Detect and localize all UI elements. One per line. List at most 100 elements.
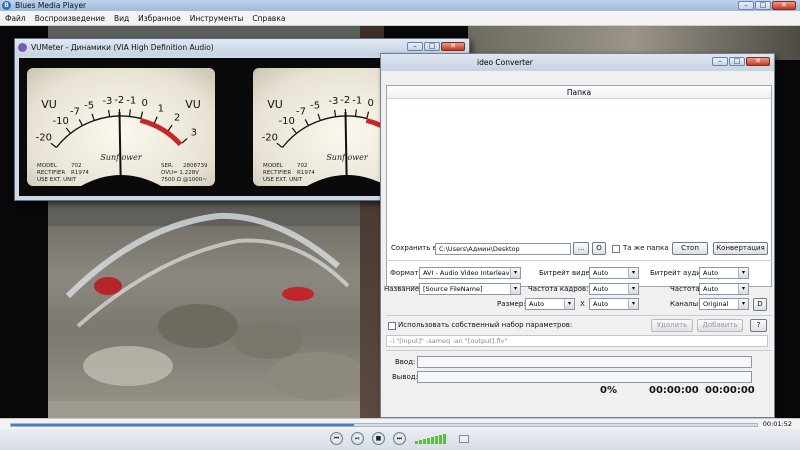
frequency-select[interactable]: Auto ▾ xyxy=(699,283,749,295)
size-x-label: X xyxy=(580,300,585,308)
output-progress-field xyxy=(417,371,752,383)
scale-label: -5 xyxy=(310,100,320,111)
name-select[interactable]: [Source FileName] ▾ xyxy=(419,283,521,295)
open-folder-button[interactable]: O xyxy=(592,242,606,255)
custom-params-checkbox[interactable] xyxy=(388,322,396,330)
format-select[interactable]: AVI - Audio Video Interleave ▾ xyxy=(419,267,521,279)
chevron-down-icon[interactable]: ▾ xyxy=(628,284,638,294)
close-button[interactable]: ✕ xyxy=(746,57,770,66)
scale-label: 3 xyxy=(191,127,197,138)
chevron-down-icon[interactable]: ▾ xyxy=(564,299,574,309)
chevron-down-icon[interactable]: ▾ xyxy=(738,299,748,309)
audio-bitrate-select[interactable]: Auto ▾ xyxy=(699,267,749,279)
minimize-button[interactable]: – xyxy=(738,1,754,10)
vu-dial: -20-10-7-5-3-2-10123VUVUSunflowerMODEL70… xyxy=(36,95,208,186)
control-bar: ⏮ ⏯ ■ ⏭ xyxy=(0,429,800,450)
input-label: Ввод: xyxy=(395,358,416,366)
minimize-button[interactable]: – xyxy=(712,57,728,66)
converter-window-controls: – □ ✕ xyxy=(711,57,770,66)
menu-file[interactable]: Файл xyxy=(5,14,26,23)
player-window-controls: – □ ✕ xyxy=(737,1,796,10)
model-text: RECTIFIER xyxy=(37,170,65,176)
browse-button[interactable]: ... xyxy=(573,242,589,255)
minimize-button[interactable]: – xyxy=(407,42,423,51)
chevron-down-icon[interactable]: ▾ xyxy=(510,268,520,278)
custom-params-label: Использовать собственный набор параметро… xyxy=(398,321,573,329)
scale-label: 0 xyxy=(368,98,374,109)
maximize-button[interactable]: □ xyxy=(424,42,440,51)
stop-icon[interactable]: ■ xyxy=(372,432,385,445)
volume-bar xyxy=(439,435,442,444)
remaining-time: 00:00:00 xyxy=(705,385,755,396)
channels-select[interactable]: Original ▾ xyxy=(699,298,749,310)
scale-tick xyxy=(91,113,95,121)
framerate-value: Auto xyxy=(593,285,609,293)
player-title-bar[interactable]: B Blues Media Player – □ ✕ xyxy=(0,0,800,11)
model-text: R1974 xyxy=(297,170,315,176)
elapsed-time: 00:00:00 xyxy=(649,385,699,396)
previous-icon[interactable]: ⏮ xyxy=(330,432,343,445)
model-text: MODEL xyxy=(263,163,284,169)
file-list[interactable]: Папка xyxy=(386,85,772,287)
menu-tools[interactable]: Инструменты xyxy=(190,14,244,23)
close-button[interactable]: ✕ xyxy=(441,42,465,51)
scale-tick xyxy=(65,127,71,134)
size-width-select[interactable]: Auto ▾ xyxy=(525,298,575,310)
video-bitrate-value: Auto xyxy=(593,269,609,277)
convert-button[interactable]: Конвертация xyxy=(713,242,768,255)
close-button[interactable]: ✕ xyxy=(772,1,796,10)
video-bitrate-select[interactable]: Auto ▾ xyxy=(589,267,639,279)
scale-label: -2 xyxy=(114,95,124,106)
chevron-down-icon[interactable]: ▾ xyxy=(628,299,638,309)
input-progress-field xyxy=(417,356,752,368)
output-label: Вывод: xyxy=(392,373,418,381)
format-label: Формат: xyxy=(390,269,421,277)
framerate-select[interactable]: Auto ▾ xyxy=(589,283,639,295)
scale-label: -3 xyxy=(328,96,338,107)
chevron-down-icon[interactable]: ▾ xyxy=(510,284,520,294)
command-line-input[interactable]: -i "[input]" -sameq -an "[output].flv" xyxy=(386,335,768,347)
save-path-input[interactable]: C:\Users\Админ\Desktop xyxy=(435,243,571,255)
volume-bar xyxy=(419,440,422,444)
serial-text: = 1.228V xyxy=(173,170,199,176)
menu-view[interactable]: Вид xyxy=(114,14,129,23)
video-bitrate-label: Битрейт видео: xyxy=(539,269,597,277)
menu-favorites[interactable]: Избранное xyxy=(138,14,181,23)
scale-tick xyxy=(128,109,131,117)
converter-title-bar[interactable]: ideo Converter – □ ✕ xyxy=(381,54,774,71)
add-button[interactable]: Добавить xyxy=(697,319,743,332)
menu-playback[interactable]: Воспроизведение xyxy=(35,14,105,23)
same-folder-label: Та же папка xyxy=(623,244,669,252)
same-folder-checkbox[interactable] xyxy=(612,245,620,253)
maximize-button[interactable]: □ xyxy=(729,57,745,66)
size-height-select[interactable]: Auto ▾ xyxy=(589,298,639,310)
chevron-down-icon[interactable]: ▾ xyxy=(628,268,638,278)
channels-value: Original xyxy=(703,300,729,308)
chevron-down-icon[interactable]: ▾ xyxy=(738,268,748,278)
model-text: RECTIFIER xyxy=(263,170,291,176)
d-button[interactable]: D xyxy=(753,298,767,311)
menu-help[interactable]: Справка xyxy=(252,14,285,23)
size-width-value: Auto xyxy=(529,300,545,308)
converter-window: ideo Converter – □ ✕ Папка Сохранить в: … xyxy=(380,53,775,418)
equalizer-icon[interactable] xyxy=(459,435,469,443)
chevron-down-icon[interactable]: ▾ xyxy=(738,284,748,294)
seek-track[interactable] xyxy=(10,423,758,427)
scale-tick xyxy=(334,109,337,117)
column-header-folder[interactable]: Папка xyxy=(387,86,771,99)
serial-text: SER. xyxy=(161,163,174,169)
help-button[interactable]: ? xyxy=(750,319,767,332)
delete-button[interactable]: Удалить xyxy=(651,319,693,332)
seek-bar[interactable]: 00:01:52 xyxy=(0,418,800,429)
volume-bar xyxy=(431,437,434,444)
volume-meter[interactable] xyxy=(415,434,447,444)
maximize-button[interactable]: □ xyxy=(755,1,771,10)
play-pause-icon[interactable]: ⏯ xyxy=(351,432,364,445)
app-icon: B xyxy=(2,1,11,10)
model-text: R1974 xyxy=(71,170,89,176)
vumeter-window-controls: – □ ✕ xyxy=(406,42,465,51)
scale-label: -2 xyxy=(340,95,350,106)
stop-button[interactable]: Стоп xyxy=(672,242,708,255)
next-icon[interactable]: ⏭ xyxy=(393,432,406,445)
frequency-value: Auto xyxy=(703,285,719,293)
